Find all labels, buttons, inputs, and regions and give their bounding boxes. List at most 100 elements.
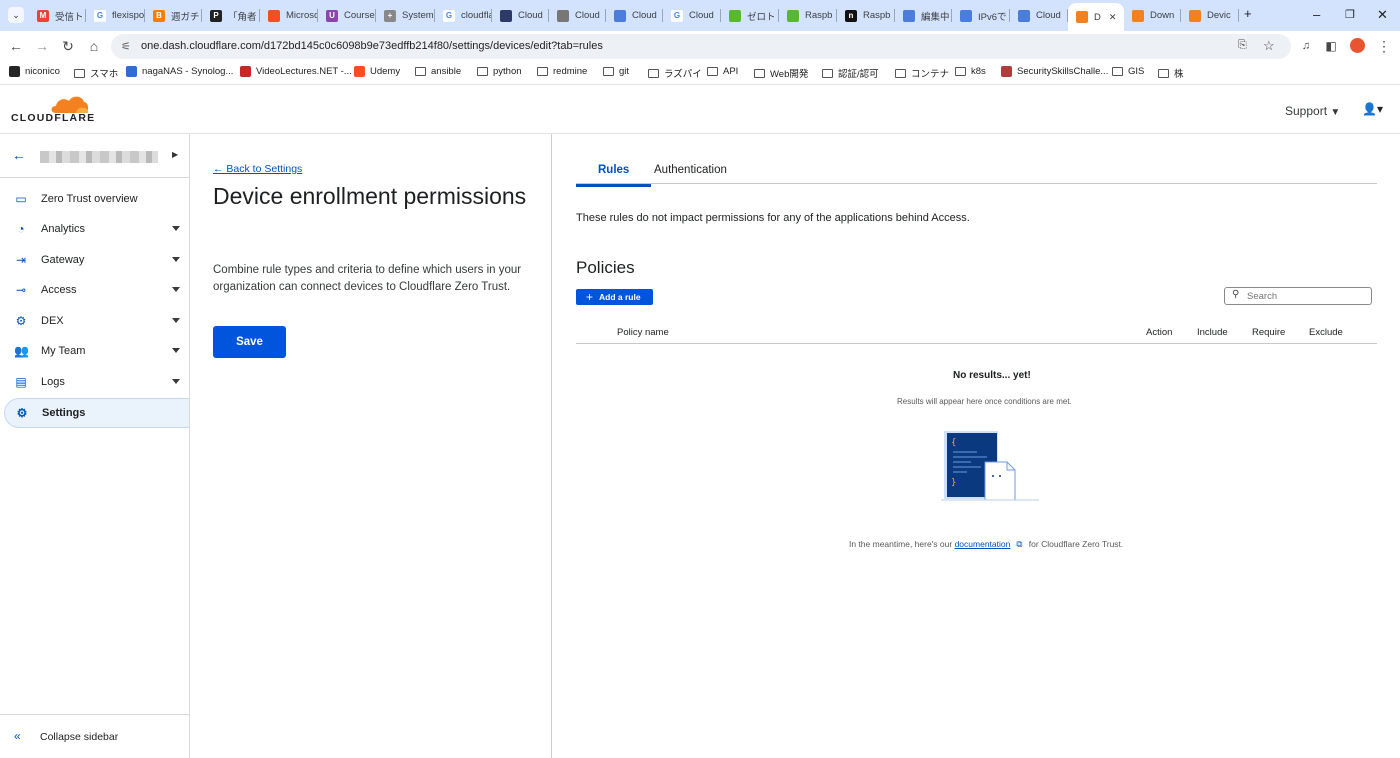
- sidebar-item-settings[interactable]: ⚙ Settings: [4, 398, 189, 428]
- back-to-settings-link[interactable]: ← Back to Settings: [213, 163, 302, 175]
- save-button[interactable]: Save: [213, 326, 286, 358]
- restore-button[interactable]: ❐: [1345, 8, 1355, 21]
- browser-tab[interactable]: Devic: [1181, 4, 1239, 27]
- bookmark-item[interactable]: ansible: [415, 66, 461, 77]
- tab-label: Raspb: [863, 10, 891, 21]
- sidebar-item-label: Zero Trust overview: [41, 193, 138, 205]
- browser-tab[interactable]: Cloud: [492, 4, 549, 27]
- browser-tab[interactable]: 編集中: [895, 4, 952, 27]
- caret-down-icon[interactable]: [172, 379, 180, 384]
- page-title: Device enrollment permissions: [213, 183, 527, 209]
- home-icon[interactable]: ⌂: [86, 38, 102, 54]
- collapse-sidebar-button[interactable]: « Collapse sidebar: [0, 714, 189, 758]
- bookmark-item[interactable]: k8s: [955, 66, 986, 77]
- back-arrow-icon[interactable]: ←: [8, 38, 24, 54]
- address-bar[interactable]: ⚟ one.dash.cloudflare.com/d172bd145c0c60…: [111, 34, 1291, 59]
- forward-arrow-icon[interactable]: →: [34, 38, 50, 54]
- tab-search-button[interactable]: ⌄: [8, 7, 24, 23]
- column-exclude[interactable]: Exclude: [1309, 327, 1343, 338]
- bookmark-star-icon[interactable]: ☆: [1263, 38, 1275, 54]
- tab-favicon-icon: M: [37, 9, 49, 22]
- browser-tab[interactable]: ゼロト: [721, 4, 779, 27]
- sidebar-item-dex[interactable]: ⚙ DEX: [4, 306, 189, 336]
- bookmark-item[interactable]: ラズパイ: [648, 66, 702, 80]
- cloudflare-logo-icon[interactable]: [48, 94, 90, 114]
- sidebar-item-zero-trust-overview[interactable]: ▭ Zero Trust overview: [4, 184, 189, 214]
- tab-rules[interactable]: Rules: [575, 164, 652, 187]
- user-menu-icon[interactable]: 👤▾: [1362, 102, 1383, 116]
- browser-tab[interactable]: G Cloud: [663, 4, 721, 27]
- tab-label: 編集中: [921, 11, 950, 23]
- bookmark-item[interactable]: python: [477, 66, 522, 77]
- caret-down-icon[interactable]: [172, 257, 180, 262]
- caret-down-icon[interactable]: [172, 318, 180, 323]
- install-app-icon[interactable]: ⎘: [1238, 39, 1247, 52]
- bookmark-item[interactable]: nagaNAS - Synolog...: [126, 66, 233, 77]
- caret-down-icon[interactable]: [172, 348, 180, 353]
- search-input[interactable]: [1247, 290, 1367, 302]
- media-control-icon[interactable]: ♫: [1298, 38, 1314, 54]
- tab-label: Raspb: [805, 10, 833, 21]
- browser-tab[interactable]: Gflexispot: [86, 4, 145, 27]
- browser-tab[interactable]: U Course: [318, 4, 376, 27]
- account-switcher[interactable]: ← ▶: [0, 134, 189, 178]
- side-panel-icon[interactable]: ◧: [1323, 38, 1339, 54]
- browser-tab[interactable]: Cloud: [606, 4, 663, 27]
- folder-icon: [74, 68, 85, 78]
- browser-tab[interactable]: Down: [1124, 4, 1181, 27]
- browser-tab[interactable]: + System: [376, 4, 435, 27]
- column-include[interactable]: Include: [1197, 327, 1228, 338]
- browser-tab[interactable]: D ✕: [1068, 3, 1124, 31]
- bookmark-item[interactable]: Udemy: [354, 66, 400, 77]
- minimize-button[interactable]: –: [1313, 7, 1320, 22]
- browser-tab[interactable]: n Raspb: [837, 4, 895, 27]
- browser-tab[interactable]: M 受信トレイ: [29, 4, 86, 27]
- caret-down-icon[interactable]: [172, 226, 180, 231]
- tab-authentication[interactable]: Authentication: [654, 164, 727, 176]
- browser-tab[interactable]: Gcloudflare: [435, 4, 492, 27]
- reload-icon[interactable]: ↻: [60, 38, 76, 54]
- search-field[interactable]: ⚲: [1224, 287, 1372, 305]
- documentation-link[interactable]: documentation: [955, 539, 1011, 549]
- tab-favicon-icon: [1076, 11, 1088, 23]
- browser-tab[interactable]: Microsoft: [260, 4, 318, 27]
- bookmark-item[interactable]: スマホ: [74, 66, 118, 80]
- sidebar-item-gateway[interactable]: ⇥ Gateway: [4, 245, 189, 275]
- bookmark-item[interactable]: 株: [1158, 66, 1184, 80]
- add-rule-button[interactable]: + Add a rule: [576, 289, 653, 305]
- caret-down-icon[interactable]: [172, 287, 180, 292]
- browser-tab[interactable]: IPv6で: [952, 4, 1010, 27]
- bookmark-label: API: [723, 66, 739, 77]
- bookmark-item[interactable]: GIS: [1112, 66, 1144, 77]
- support-menu[interactable]: Support ▼: [1285, 104, 1340, 118]
- bookmark-item[interactable]: コンテナ: [895, 66, 949, 80]
- sidebar-item-analytics[interactable]: ◔ Analytics: [4, 214, 189, 244]
- browser-tab[interactable]: Cloud: [1010, 4, 1068, 27]
- browser-tab[interactable]: Cloud: [549, 4, 606, 27]
- site-info-icon[interactable]: ⚟: [121, 40, 131, 53]
- sidebar-item-access[interactable]: ⊸ Access: [4, 275, 189, 305]
- bookmark-item[interactable]: git: [603, 66, 629, 77]
- folder-icon: [822, 68, 833, 78]
- back-arrow-icon[interactable]: ←: [12, 147, 26, 163]
- close-tab-icon[interactable]: ✕: [1109, 12, 1117, 23]
- sidebar-item-my-team[interactable]: 👥 My Team: [4, 336, 189, 366]
- bookmark-item[interactable]: API: [707, 66, 738, 77]
- bookmark-item[interactable]: Web開発: [754, 66, 808, 80]
- sidebar-item-logs[interactable]: ▤ Logs: [4, 367, 189, 397]
- browser-menu-icon[interactable]: ⋮: [1376, 38, 1392, 54]
- close-window-button[interactable]: ✕: [1377, 7, 1388, 23]
- bookmark-item[interactable]: SecuritySkillsChalle...: [1001, 66, 1108, 77]
- bookmark-item[interactable]: niconico: [9, 66, 60, 77]
- column-policy-name[interactable]: Policy name: [617, 327, 669, 338]
- browser-tab[interactable]: Raspb: [779, 4, 837, 27]
- column-require[interactable]: Require: [1252, 327, 1285, 338]
- bookmark-item[interactable]: redmine: [537, 66, 587, 77]
- new-tab-button[interactable]: +: [1244, 6, 1252, 21]
- browser-tab[interactable]: P 「角者: [202, 4, 260, 27]
- browser-tab[interactable]: B 週ガチ: [145, 4, 202, 27]
- bookmark-item[interactable]: VideoLectures.NET -...: [240, 66, 352, 77]
- bookmark-item[interactable]: 認証/認可: [822, 66, 879, 80]
- column-action[interactable]: Action: [1146, 327, 1172, 338]
- profile-avatar[interactable]: [1350, 38, 1365, 53]
